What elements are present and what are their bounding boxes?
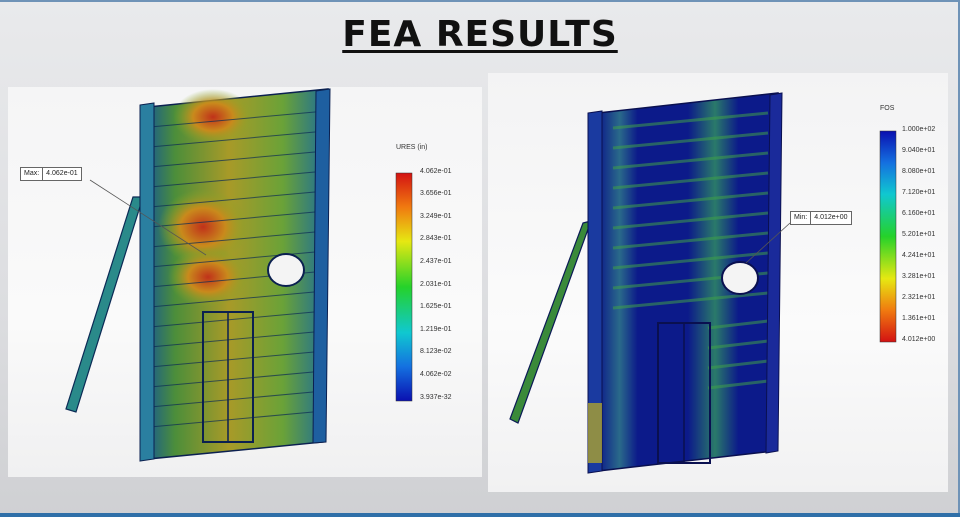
fos-legend-label: 5.201e+01	[902, 231, 936, 238]
ures-legend-label: 3.937e-32	[420, 394, 452, 401]
ures-legend-label: 8.123e-02	[420, 348, 452, 355]
page-title: FEA RESULTS	[0, 14, 960, 55]
fos-legend-label: 1.000e+02	[902, 126, 936, 133]
bottom-border	[0, 513, 960, 517]
fos-legend-label: 1.361e+01	[902, 315, 936, 322]
fos-legend-label: 4.241e+01	[902, 252, 936, 259]
ures-legend-label: 1.219e-01	[420, 326, 452, 333]
fos-legend-title: FOS	[880, 105, 895, 112]
fos-legend-label: 2.321e+01	[902, 294, 936, 301]
top-border	[0, 0, 960, 2]
ures-legend-label: 3.656e-01	[420, 190, 452, 197]
fos-model-render	[509, 92, 897, 474]
fos-legend-label: 7.120e+01	[902, 189, 936, 196]
max-callout: Max: 4.062e-01	[20, 167, 82, 181]
displacement-plot-panel: Max: 4.062e-01 URES (in) 4.062e-01 3.656…	[8, 87, 482, 477]
ures-legend-label: 3.249e-01	[420, 213, 452, 220]
ures-legend-title: URES (in)	[396, 144, 428, 151]
min-callout: Min: 4.012e+00	[790, 211, 852, 225]
fos-legend-label: 6.160e+01	[902, 210, 936, 217]
ures-legend-label: 2.031e-01	[420, 281, 452, 288]
fos-legend-label: 4.012e+00	[902, 336, 936, 343]
page-title-text: FEA RESULTS	[342, 14, 618, 55]
max-callout-value: 4.062e-01	[46, 170, 78, 177]
min-callout-key: Min:	[791, 212, 812, 224]
fos-legend-label: 9.040e+01	[902, 147, 936, 154]
fos-legend-label: 3.281e+01	[902, 273, 936, 280]
ures-legend-label: 2.437e-01	[420, 258, 452, 265]
fos-legend-label: 8.080e+01	[902, 168, 936, 175]
fos-plot-panel: Min: 4.012e+00 FOS 1.000e+02 9.040e+01 8…	[488, 73, 948, 492]
max-callout-key: Max:	[21, 168, 44, 180]
min-callout-value: 4.012e+00	[814, 214, 848, 221]
ures-legend-label: 4.062e-01	[420, 168, 452, 175]
ures-legend-label: 1.625e-01	[420, 303, 452, 310]
ures-legend-label: 4.062e-02	[420, 371, 452, 378]
ures-legend-label: 2.843e-01	[420, 235, 452, 242]
